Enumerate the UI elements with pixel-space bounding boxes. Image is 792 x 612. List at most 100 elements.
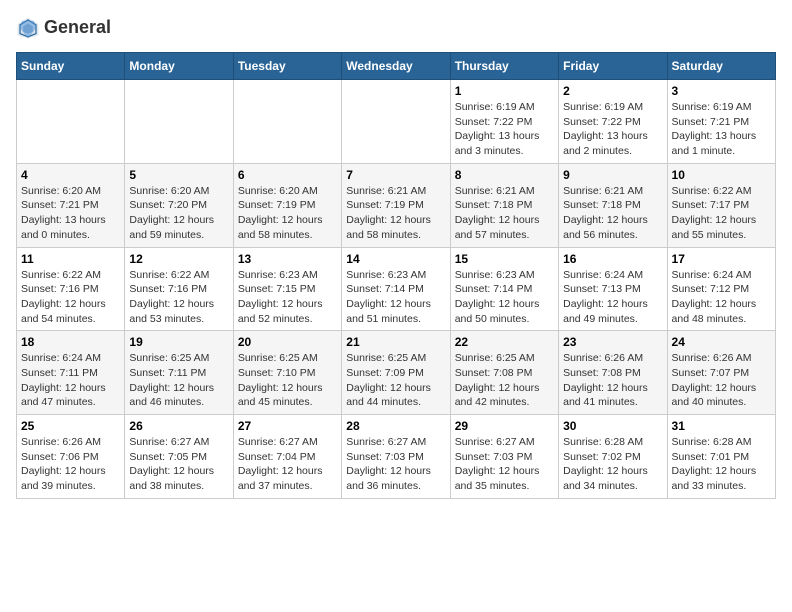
day-number: 12 (129, 252, 228, 266)
day-number: 1 (455, 84, 554, 98)
page-header: General (16, 16, 776, 40)
day-info: Sunrise: 6:24 AM Sunset: 7:12 PM Dayligh… (672, 268, 771, 327)
day-info: Sunrise: 6:25 AM Sunset: 7:09 PM Dayligh… (346, 351, 445, 410)
calendar-cell: 13Sunrise: 6:23 AM Sunset: 7:15 PM Dayli… (233, 247, 341, 331)
day-info: Sunrise: 6:21 AM Sunset: 7:19 PM Dayligh… (346, 184, 445, 243)
calendar-cell: 26 Sunrise: 6:27 AM Sunset: 7:05 PM Dayli… (125, 415, 233, 499)
calendar-cell: 16Sunrise: 6:24 AM Sunset: 7:13 PM Dayli… (559, 247, 667, 331)
day-number: 26 (129, 419, 228, 433)
day-number: 22 (455, 335, 554, 349)
calendar-cell: 27 Sunrise: 6:27 AM Sunset: 7:04 PM Dayli… (233, 415, 341, 499)
calendar-cell: 15 Sunrise: 6:23 AM Sunset: 7:14 PM Dayli… (450, 247, 558, 331)
day-number: 25 (21, 419, 120, 433)
weekday-header: Friday (559, 53, 667, 80)
calendar-cell: 14 Sunrise: 6:23 AM Sunset: 7:14 PM Dayli… (342, 247, 450, 331)
day-info: Sunrise: 6:26 AM Sunset: 7:07 PM Dayligh… (672, 351, 771, 410)
day-info: Sunrise: 6:24 AM Sunset: 7:13 PM Dayligh… (563, 268, 662, 327)
calendar-cell: 2Sunrise: 6:19 AM Sunset: 7:22 PM Daylig… (559, 80, 667, 164)
calendar-cell: 18Sunrise: 6:24 AM Sunset: 7:11 PM Dayli… (17, 331, 125, 415)
day-info: Sunrise: 6:19 AM Sunset: 7:22 PM Dayligh… (563, 100, 662, 159)
day-info: Sunrise: 6:27 AM Sunset: 7:04 PM Dayligh… (238, 435, 337, 494)
calendar-cell: 5 Sunrise: 6:20 AM Sunset: 7:20 PM Daylig… (125, 163, 233, 247)
logo: General (16, 16, 111, 40)
day-info: Sunrise: 6:22 AM Sunset: 7:16 PM Dayligh… (21, 268, 120, 327)
logo-icon (16, 16, 40, 40)
day-info: Sunrise: 6:27 AM Sunset: 7:03 PM Dayligh… (455, 435, 554, 494)
day-info: Sunrise: 6:25 AM Sunset: 7:08 PM Dayligh… (455, 351, 554, 410)
day-number: 15 (455, 252, 554, 266)
day-number: 3 (672, 84, 771, 98)
day-info: Sunrise: 6:27 AM Sunset: 7:03 PM Dayligh… (346, 435, 445, 494)
calendar-table: SundayMondayTuesdayWednesdayThursdayFrid… (16, 52, 776, 499)
calendar-cell: 17Sunrise: 6:24 AM Sunset: 7:12 PM Dayli… (667, 247, 775, 331)
day-info: Sunrise: 6:21 AM Sunset: 7:18 PM Dayligh… (455, 184, 554, 243)
calendar-cell: 23 Sunrise: 6:26 AM Sunset: 7:08 PM Dayli… (559, 331, 667, 415)
weekday-header: Wednesday (342, 53, 450, 80)
calendar-cell: 28 Sunrise: 6:27 AM Sunset: 7:03 PM Dayli… (342, 415, 450, 499)
day-info: Sunrise: 6:23 AM Sunset: 7:14 PM Dayligh… (346, 268, 445, 327)
day-info: Sunrise: 6:23 AM Sunset: 7:14 PM Dayligh… (455, 268, 554, 327)
day-info: Sunrise: 6:24 AM Sunset: 7:11 PM Dayligh… (21, 351, 120, 410)
calendar-cell: 21 Sunrise: 6:25 AM Sunset: 7:09 PM Dayli… (342, 331, 450, 415)
calendar-cell: 30 Sunrise: 6:28 AM Sunset: 7:02 PM Dayli… (559, 415, 667, 499)
day-info: Sunrise: 6:27 AM Sunset: 7:05 PM Dayligh… (129, 435, 228, 494)
weekday-header: Saturday (667, 53, 775, 80)
calendar-week-row: 25 Sunrise: 6:26 AM Sunset: 7:06 PM Dayli… (17, 415, 776, 499)
calendar-cell (233, 80, 341, 164)
day-info: Sunrise: 6:20 AM Sunset: 7:19 PM Dayligh… (238, 184, 337, 243)
day-number: 11 (21, 252, 120, 266)
calendar-cell (125, 80, 233, 164)
calendar-cell: 9Sunrise: 6:21 AM Sunset: 7:18 PM Daylig… (559, 163, 667, 247)
day-number: 5 (129, 168, 228, 182)
day-info: Sunrise: 6:21 AM Sunset: 7:18 PM Dayligh… (563, 184, 662, 243)
calendar-week-row: 1 Sunrise: 6:19 AM Sunset: 7:22 PM Daylig… (17, 80, 776, 164)
day-number: 7 (346, 168, 445, 182)
day-number: 24 (672, 335, 771, 349)
calendar-cell: 6 Sunrise: 6:20 AM Sunset: 7:19 PM Daylig… (233, 163, 341, 247)
day-info: Sunrise: 6:19 AM Sunset: 7:21 PM Dayligh… (672, 100, 771, 159)
day-number: 28 (346, 419, 445, 433)
weekday-header-row: SundayMondayTuesdayWednesdayThursdayFrid… (17, 53, 776, 80)
calendar-cell: 19Sunrise: 6:25 AM Sunset: 7:11 PM Dayli… (125, 331, 233, 415)
weekday-header: Sunday (17, 53, 125, 80)
day-number: 4 (21, 168, 120, 182)
day-info: Sunrise: 6:20 AM Sunset: 7:21 PM Dayligh… (21, 184, 120, 243)
day-info: Sunrise: 6:22 AM Sunset: 7:16 PM Dayligh… (129, 268, 228, 327)
calendar-cell: 1 Sunrise: 6:19 AM Sunset: 7:22 PM Daylig… (450, 80, 558, 164)
day-info: Sunrise: 6:25 AM Sunset: 7:11 PM Dayligh… (129, 351, 228, 410)
calendar-cell: 4 Sunrise: 6:20 AM Sunset: 7:21 PM Daylig… (17, 163, 125, 247)
calendar-week-row: 11 Sunrise: 6:22 AM Sunset: 7:16 PM Dayli… (17, 247, 776, 331)
calendar-cell (342, 80, 450, 164)
day-info: Sunrise: 6:20 AM Sunset: 7:20 PM Dayligh… (129, 184, 228, 243)
day-number: 21 (346, 335, 445, 349)
day-info: Sunrise: 6:28 AM Sunset: 7:01 PM Dayligh… (672, 435, 771, 494)
day-number: 23 (563, 335, 662, 349)
day-number: 14 (346, 252, 445, 266)
day-info: Sunrise: 6:26 AM Sunset: 7:08 PM Dayligh… (563, 351, 662, 410)
day-number: 27 (238, 419, 337, 433)
calendar-cell: 24 Sunrise: 6:26 AM Sunset: 7:07 PM Dayli… (667, 331, 775, 415)
calendar-cell: 7 Sunrise: 6:21 AM Sunset: 7:19 PM Daylig… (342, 163, 450, 247)
calendar-cell: 29 Sunrise: 6:27 AM Sunset: 7:03 PM Dayli… (450, 415, 558, 499)
calendar-cell: 22 Sunrise: 6:25 AM Sunset: 7:08 PM Dayli… (450, 331, 558, 415)
day-number: 6 (238, 168, 337, 182)
day-info: Sunrise: 6:25 AM Sunset: 7:10 PM Dayligh… (238, 351, 337, 410)
calendar-cell: 12 Sunrise: 6:22 AM Sunset: 7:16 PM Dayli… (125, 247, 233, 331)
calendar-cell: 10Sunrise: 6:22 AM Sunset: 7:17 PM Dayli… (667, 163, 775, 247)
calendar-week-row: 4 Sunrise: 6:20 AM Sunset: 7:21 PM Daylig… (17, 163, 776, 247)
calendar-cell: 20Sunrise: 6:25 AM Sunset: 7:10 PM Dayli… (233, 331, 341, 415)
calendar-cell: 11 Sunrise: 6:22 AM Sunset: 7:16 PM Dayli… (17, 247, 125, 331)
day-number: 10 (672, 168, 771, 182)
weekday-header: Thursday (450, 53, 558, 80)
day-info: Sunrise: 6:19 AM Sunset: 7:22 PM Dayligh… (455, 100, 554, 159)
calendar-cell: 25 Sunrise: 6:26 AM Sunset: 7:06 PM Dayli… (17, 415, 125, 499)
calendar-cell (17, 80, 125, 164)
logo-general: General (44, 18, 111, 38)
day-number: 13 (238, 252, 337, 266)
day-info: Sunrise: 6:26 AM Sunset: 7:06 PM Dayligh… (21, 435, 120, 494)
day-info: Sunrise: 6:28 AM Sunset: 7:02 PM Dayligh… (563, 435, 662, 494)
day-number: 30 (563, 419, 662, 433)
calendar-cell: 8Sunrise: 6:21 AM Sunset: 7:18 PM Daylig… (450, 163, 558, 247)
day-number: 29 (455, 419, 554, 433)
logo-text: General (44, 18, 111, 38)
